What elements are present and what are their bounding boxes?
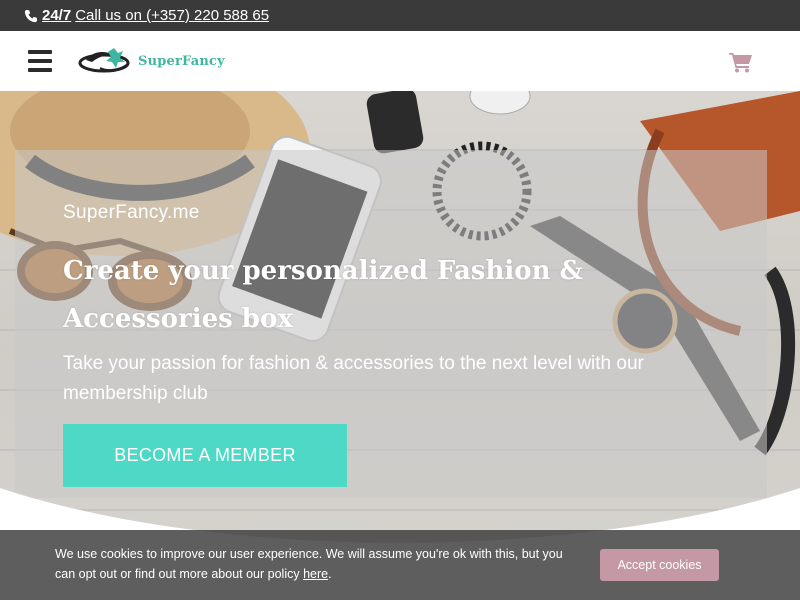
- cookie-message: We use cookies to improve our user exper…: [55, 544, 575, 584]
- menu-bar-icon: [28, 59, 52, 63]
- cookie-message-end: .: [328, 567, 332, 581]
- cookie-banner: We use cookies to improve our user exper…: [0, 530, 800, 600]
- shopping-cart-icon[interactable]: [729, 51, 753, 73]
- menu-bar-icon: [28, 50, 52, 54]
- call-us-link[interactable]: Call us on (+357) 220 588 65: [75, 7, 269, 24]
- logo-emblem-icon: [78, 48, 130, 73]
- top-contact-bar: 24/7 Call us on (+357) 220 588 65: [0, 0, 800, 31]
- site-header: SuperFancy: [0, 31, 800, 91]
- brand-name: SuperFancy: [138, 53, 225, 69]
- phone-icon: [24, 9, 38, 22]
- hero-section: SuperFancy.me Create your personalized F…: [0, 91, 800, 600]
- menu-toggle-button[interactable]: [28, 50, 52, 72]
- cookie-policy-link[interactable]: here: [303, 567, 328, 581]
- accept-cookies-button[interactable]: Accept cookies: [600, 549, 719, 581]
- hero-curve-divider: [0, 488, 800, 600]
- menu-bar-icon: [28, 68, 52, 72]
- support-hours[interactable]: 24/7: [42, 7, 71, 24]
- site-logo[interactable]: SuperFancy: [78, 46, 225, 76]
